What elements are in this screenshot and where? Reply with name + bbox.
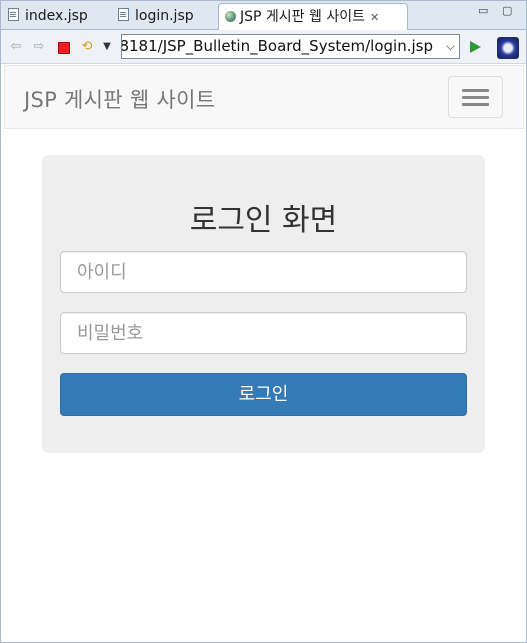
forward-arrow-icon[interactable]: ⇨ xyxy=(31,39,47,55)
tab-label: index.jsp xyxy=(25,8,88,24)
maximize-icon[interactable]: ▢ xyxy=(502,5,512,17)
minimize-icon[interactable]: ▭ xyxy=(478,5,488,17)
go-icon[interactable] xyxy=(470,41,481,53)
password-input[interactable] xyxy=(60,312,467,354)
tab-login-jsp[interactable]: login.jsp xyxy=(112,3,216,30)
stop-icon[interactable] xyxy=(58,42,70,54)
url-field[interactable]: nost:8181/JSP_Bulletin_Board_System/logi… xyxy=(121,34,460,59)
login-panel: 로그인 화면 로그인 xyxy=(42,155,485,453)
chevron-down-icon[interactable]: ⌵ xyxy=(446,35,455,58)
hamburger-bar xyxy=(462,96,489,99)
menu-toggle-button[interactable] xyxy=(448,76,503,118)
hamburger-bar xyxy=(462,103,489,106)
refresh-icon[interactable]: ⟲ xyxy=(79,39,95,55)
tab-label: JSP 게시판 웹 사이트 xyxy=(240,9,365,25)
user-id-input[interactable] xyxy=(60,251,467,293)
jsp-file-icon xyxy=(8,8,19,21)
tab-label: login.jsp xyxy=(135,8,194,24)
tab-index-jsp[interactable]: index.jsp xyxy=(2,3,110,30)
tab-web-browser[interactable]: JSP 게시판 웹 사이트 ✕ xyxy=(218,3,408,30)
login-button[interactable]: 로그인 xyxy=(60,373,467,416)
site-brand[interactable]: JSP 게시판 웹 사이트 xyxy=(24,84,215,114)
jsp-file-icon xyxy=(118,8,129,21)
close-tab-icon[interactable]: ✕ xyxy=(370,11,379,24)
url-text: nost:8181/JSP_Bulletin_Board_System/logi… xyxy=(121,37,433,55)
editor-tab-strip: index.jsp login.jsp JSP 게시판 웹 사이트 ✕ ▭ ▢ xyxy=(0,0,527,30)
browser-extension-icon[interactable] xyxy=(497,37,519,59)
back-arrow-icon[interactable]: ⇦ xyxy=(8,39,24,55)
browser-toolbar: ⇦ ⇨ ⟲ ▼ nost:8181/JSP_Bulletin_Board_Sys… xyxy=(0,30,527,64)
globe-icon xyxy=(225,11,236,22)
login-title: 로그인 화면 xyxy=(189,203,338,238)
hamburger-bar xyxy=(462,89,489,92)
dropdown-arrow-icon[interactable]: ▼ xyxy=(99,39,115,55)
site-navbar: JSP 게시판 웹 사이트 xyxy=(4,65,524,129)
